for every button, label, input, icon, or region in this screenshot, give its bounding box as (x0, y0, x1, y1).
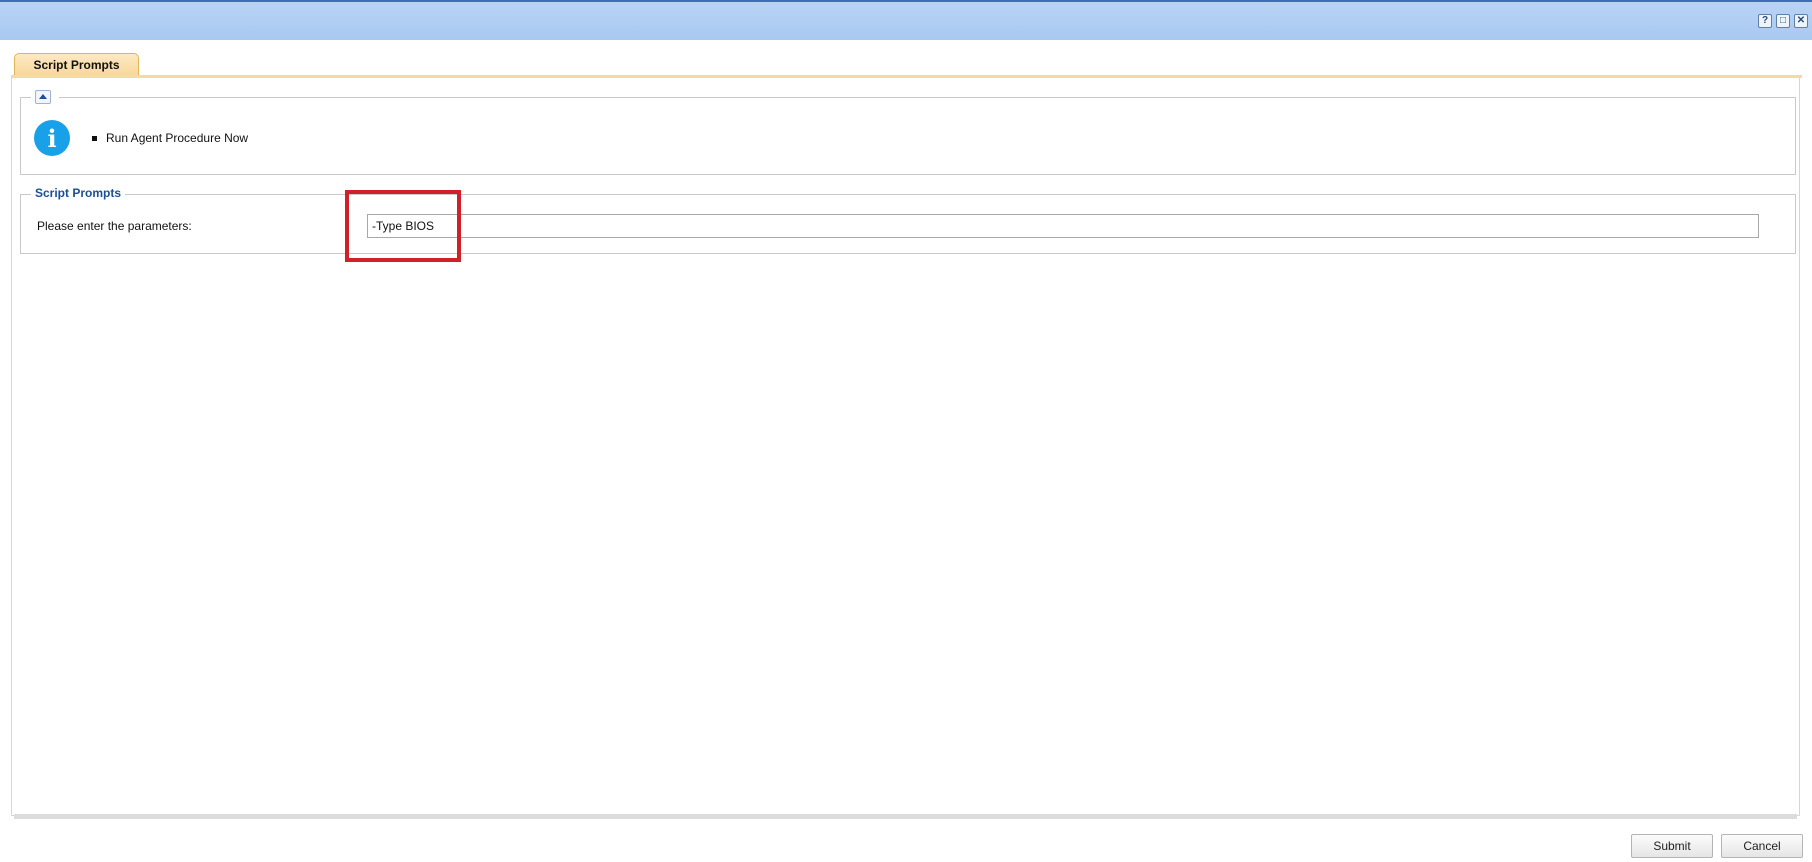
main-panel (11, 78, 1800, 816)
info-list-item: Run Agent Procedure Now (92, 131, 248, 145)
submit-button[interactable]: Submit (1631, 834, 1713, 858)
collapse-up-icon[interactable] (35, 90, 51, 104)
dialog-window: ? □ ✕ Script Prompts i Run Agent Procedu… (0, 0, 1812, 862)
info-icon: i (34, 120, 70, 156)
cancel-button[interactable]: Cancel (1721, 834, 1803, 858)
parameters-input[interactable] (367, 214, 1759, 238)
script-prompts-legend: Script Prompts (31, 186, 126, 200)
parameters-label: Please enter the parameters: (37, 219, 192, 233)
help-icon[interactable]: ? (1758, 14, 1772, 28)
title-bar: ? □ ✕ (0, 0, 1812, 40)
maximize-icon[interactable]: □ (1776, 14, 1790, 28)
tab-script-prompts[interactable]: Script Prompts (14, 53, 139, 75)
info-panel (20, 97, 1796, 175)
close-icon[interactable]: ✕ (1794, 14, 1808, 28)
window-controls: ? □ ✕ (1758, 14, 1808, 28)
info-list: Run Agent Procedure Now (92, 131, 248, 145)
bottom-scrollbar[interactable] (14, 814, 1797, 819)
